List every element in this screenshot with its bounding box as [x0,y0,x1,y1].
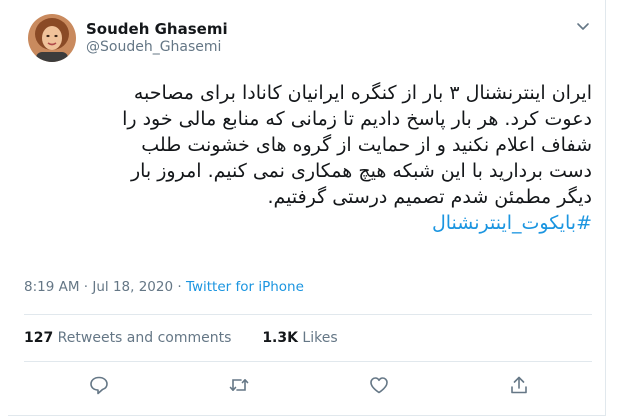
divider [24,314,592,315]
likes-label: Likes [297,330,338,346]
retweets-stat[interactable]: 127 Retweets and comments [24,330,231,346]
hashtag-link[interactable]: #بایکوت_اینترنشنال [24,210,592,236]
tweet-line: دست بردارید با این شبکه هیچ همکاری نمی ک… [130,160,592,182]
display-name[interactable]: Soudeh Ghasemi [86,20,228,38]
likes-count: 1.3K [262,330,298,346]
avatar[interactable] [28,14,76,62]
retweets-count: 127 [24,330,54,346]
likes-stat[interactable]: 1.3K Likes [262,330,337,346]
divider [24,361,592,362]
tweet-line: شفاف اعلام نکنید و از حمایت از گروه های … [141,134,592,156]
tweet-card: Soudeh Ghasemi @Soudeh_Ghasemi ایران این… [8,0,606,416]
tweet-stats: 127 Retweets and comments 1.3K Likes [24,330,338,346]
tweet-line: ایران اینترنشنال ۳ بار از کنگره ایرانیان… [133,82,592,104]
user-handle[interactable]: @Soudeh_Ghasemi [86,39,221,55]
action-bar [8,374,606,398]
avatar-image [28,14,76,62]
tweet-line: دیگر مطمئن شدم تصمیم درستی گرفتیم. [267,186,592,208]
chevron-down-icon[interactable] [575,18,591,34]
source-link[interactable]: Twitter for iPhone [186,279,304,295]
retweets-label: Retweets and comments [53,330,232,346]
like-icon[interactable] [368,374,390,396]
tweet-text: ایران اینترنشنال ۳ بار از کنگره ایرانیان… [24,80,592,236]
tweet-meta: 8:19 AM · Jul 18, 2020 · Twitter for iPh… [24,279,304,295]
reply-icon[interactable] [88,374,110,396]
tweet-line: دعوت کرد. هر بار پاسخ دادیم تا زمانی که … [122,108,592,130]
share-icon[interactable] [508,374,530,396]
timestamp[interactable]: 8:19 AM · Jul 18, 2020 · [24,279,186,295]
retweet-icon[interactable] [228,374,250,396]
